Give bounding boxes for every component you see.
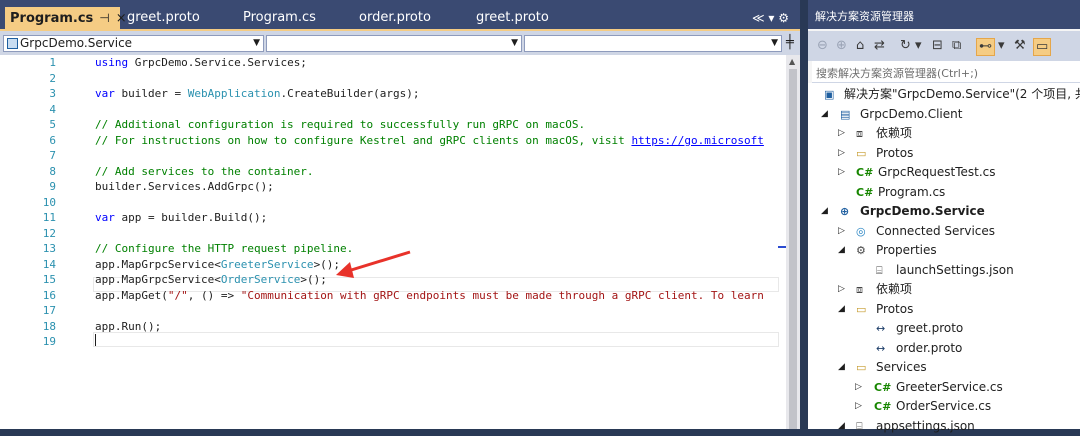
cs-file-icon: C# [856, 183, 873, 203]
tree-node-program-cs[interactable]: C# Program.cs [808, 183, 1080, 203]
collapsed-icon[interactable]: ▷ [838, 222, 845, 242]
cs-file-icon: C# [856, 163, 873, 183]
collapsed-icon[interactable]: ▷ [855, 378, 862, 398]
cs-file-icon: C# [874, 397, 891, 417]
expanded-icon[interactable]: ◢ [838, 358, 845, 378]
tree-node-label: GrpcRequestTest.cs [878, 163, 996, 183]
json-file-icon: ⌸ [856, 417, 863, 436]
tree-node-label: 依赖项 [876, 280, 912, 300]
solution-icon: ▣ [824, 85, 834, 105]
expanded-icon[interactable]: ◢ [821, 202, 828, 222]
solution-tree: ▣ 解决方案"GrpcDemo.Service"(2 个项目, 共 ◢ ▤ Gr… [808, 83, 1080, 429]
show-all-files-icon[interactable]: ⧉ [952, 38, 961, 54]
properties-icon[interactable]: ⚒ [1014, 38, 1026, 54]
proto-file-icon: ↔ [876, 319, 885, 339]
back-icon[interactable]: ⊖ [817, 38, 828, 54]
dependencies-icon: ⧈ [856, 280, 863, 300]
folder-icon: ▭ [856, 144, 866, 164]
connected-services-icon: ◎ [856, 222, 866, 242]
tree-node-label: order.proto [896, 339, 962, 359]
proto-file-icon: ↔ [876, 339, 885, 359]
tree-node-orderservice[interactable]: ▷ C# OrderService.cs [808, 397, 1080, 417]
tree-node-label: Properties [876, 241, 937, 261]
tree-node-dependencies[interactable]: ▷ ⧈ 依赖项 [808, 124, 1080, 144]
json-file-icon: ⌸ [876, 261, 883, 281]
forward-icon[interactable]: ⊕ [836, 38, 847, 54]
tree-node-label: Services [876, 358, 927, 378]
expanded-icon[interactable]: ◢ [838, 417, 845, 436]
tree-node-grpcdemo-service[interactable]: ◢ ⊕ GrpcDemo.Service [808, 202, 1080, 222]
preview-icon[interactable]: ▭ [1033, 38, 1051, 56]
collapsed-icon[interactable]: ▷ [838, 280, 845, 300]
tree-node-label: GreeterService.cs [896, 378, 1003, 398]
tree-node-properties[interactable]: ◢ ⚙ Properties [808, 241, 1080, 261]
tree-node-label: OrderService.cs [896, 397, 991, 417]
tree-node-appsettings[interactable]: ◢ ⌸ appsettings.json [808, 417, 1080, 436]
collapsed-icon[interactable]: ▷ [838, 163, 845, 183]
tree-node-dependencies-service[interactable]: ▷ ⧈ 依赖项 [808, 280, 1080, 300]
ide-window: Program.cs⊣× greet.proto Program.cs orde… [0, 0, 1080, 429]
annotation-arrow-head [336, 262, 354, 278]
tree-node-launchsettings[interactable]: ⌸ launchSettings.json [808, 261, 1080, 281]
history-icon[interactable]: ↻ ▾ [900, 38, 922, 54]
solution-search-placeholder: 搜索解决方案资源管理器(Ctrl+;) [816, 65, 978, 81]
properties-folder-icon: ⚙ [856, 241, 866, 261]
tree-node-label: 依赖项 [876, 124, 912, 144]
csproj-icon: ▤ [840, 105, 850, 125]
tree-node-label: greet.proto [896, 319, 963, 339]
tree-node-order-proto[interactable]: ↔ order.proto [808, 339, 1080, 359]
tree-node-label: appsettings.json [876, 417, 975, 436]
dependencies-icon: ⧈ [856, 124, 863, 144]
tree-node-label: GrpcDemo.Service [860, 202, 985, 222]
tree-node-label: Program.cs [878, 183, 945, 203]
tree-node-solution[interactable]: ▣ 解决方案"GrpcDemo.Service"(2 个项目, 共 [808, 85, 1080, 105]
solution-explorer: 解决方案资源管理器 ⊖ ⊕ ⌂ ⇄ ↻ ▾ ⊟ ⧉ ⊷ ▾ ⚒ ▭ 搜索解决方案… [808, 0, 1080, 429]
collapsed-icon[interactable]: ▷ [855, 397, 862, 417]
switch-views-icon[interactable]: ⇄ [874, 38, 885, 54]
solution-search-input[interactable]: 搜索解决方案资源管理器(Ctrl+;) [812, 61, 1080, 83]
tree-node-grpcrequesttest[interactable]: ▷ C# GrpcRequestTest.cs [808, 163, 1080, 183]
solution-explorer-title: 解决方案资源管理器 [815, 8, 914, 24]
tree-node-label: 解决方案"GrpcDemo.Service"(2 个项目, 共 [844, 85, 1080, 105]
annotation-arrow [0, 0, 808, 429]
folder-open-icon: ▭ [856, 358, 866, 378]
editor-pane: Program.cs⊣× greet.proto Program.cs orde… [0, 0, 808, 429]
tree-node-label: Protos [876, 300, 913, 320]
web-project-icon: ⊕ [840, 202, 849, 222]
tree-node-label: Connected Services [876, 222, 995, 242]
solution-explorer-title-bar: 解决方案资源管理器 [808, 0, 1080, 29]
sync-icon[interactable]: ⊷ [976, 38, 995, 56]
folder-open-icon: ▭ [856, 300, 866, 320]
home-icon[interactable]: ⌂ [856, 38, 864, 54]
tree-node-greet-proto[interactable]: ↔ greet.proto [808, 319, 1080, 339]
collapse-icon[interactable]: ⊟ [932, 38, 943, 54]
solution-explorer-toolbar: ⊖ ⊕ ⌂ ⇄ ↻ ▾ ⊟ ⧉ ⊷ ▾ ⚒ ▭ [808, 31, 1080, 61]
tree-node-connected-services[interactable]: ▷ ◎ Connected Services [808, 222, 1080, 242]
tree-node-greeterservice[interactable]: ▷ C# GreeterService.cs [808, 378, 1080, 398]
tree-node-protos-client[interactable]: ▷ ▭ Protos [808, 144, 1080, 164]
collapsed-icon[interactable]: ▷ [838, 144, 845, 164]
cs-file-icon: C# [874, 378, 891, 398]
tree-node-label: launchSettings.json [896, 261, 1014, 281]
collapsed-icon[interactable]: ▷ [838, 124, 845, 144]
dropdown-icon[interactable]: ▾ [998, 38, 1005, 54]
pane-splitter[interactable] [800, 0, 808, 429]
expanded-icon[interactable]: ◢ [838, 241, 845, 261]
tree-node-protos-service[interactable]: ◢ ▭ Protos [808, 300, 1080, 320]
tree-node-services[interactable]: ◢ ▭ Services [808, 358, 1080, 378]
tree-node-label: GrpcDemo.Client [860, 105, 962, 125]
expanded-icon[interactable]: ◢ [821, 105, 828, 125]
tree-node-label: Protos [876, 144, 913, 164]
tree-node-grpcdemo-client[interactable]: ◢ ▤ GrpcDemo.Client [808, 105, 1080, 125]
expanded-icon[interactable]: ◢ [838, 300, 845, 320]
annotation-arrow-shaft [348, 252, 410, 271]
